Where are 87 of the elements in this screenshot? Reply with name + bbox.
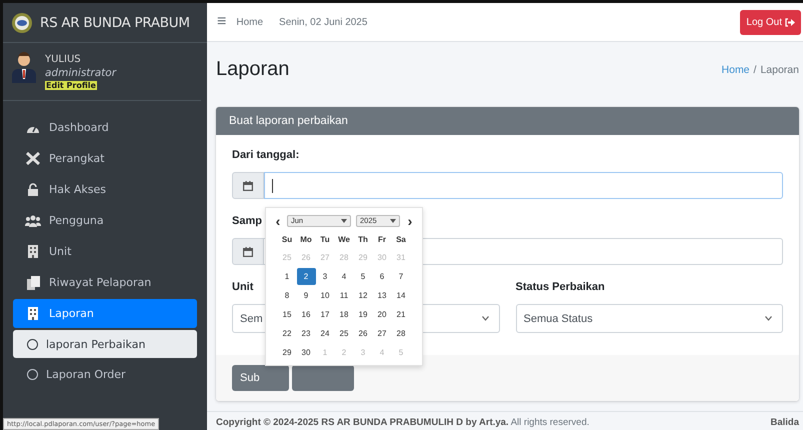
sidebar-item[interactable]: Pengguna (19, 206, 197, 235)
calendar-icon (243, 246, 253, 256)
calendar-day[interactable]: 7 (392, 268, 410, 285)
logout-button[interactable]: Log Out (740, 10, 801, 34)
calendar-day[interactable]: 8 (278, 287, 296, 304)
user-name: YULIUS (45, 54, 82, 65)
calendar-day[interactable]: 11 (334, 287, 354, 304)
users-icon (25, 214, 41, 226)
caret-icon (341, 218, 347, 222)
card-header: Buat laporan perbaikan (216, 107, 799, 135)
calendar-day[interactable]: 10 (316, 287, 334, 304)
sidebar-subitem[interactable]: laporan Perbaikan (13, 330, 197, 358)
calendar-day[interactable]: 24 (316, 325, 334, 342)
sidebar-subitem[interactable]: Laporan Order (13, 360, 197, 388)
calendar-day[interactable]: 30 (296, 344, 316, 361)
calendar-day[interactable]: 18 (334, 306, 354, 323)
brand-name: RS AR BUNDA PRABUM (40, 14, 190, 30)
calendar-day[interactable]: 2 (296, 268, 316, 285)
calendar-day[interactable]: 21 (392, 306, 410, 323)
calendar-day[interactable]: 9 (296, 287, 316, 304)
calendar-day[interactable]: 28 (392, 325, 410, 342)
calendar-icon (243, 180, 253, 190)
sidebar-item[interactable]: Dashboard (19, 113, 197, 142)
field-label: Dari tanggal: (232, 149, 300, 161)
field-label: Samp (232, 215, 262, 227)
building-icon (27, 245, 39, 258)
calendar-day[interactable]: 26 (354, 325, 372, 342)
sidebar-item[interactable]: Riwayat Pelaporan (19, 268, 197, 297)
calendar-day[interactable]: 13 (372, 287, 392, 304)
calendar-day[interactable]: 4 (334, 268, 354, 285)
next-month-button[interactable]: › (404, 214, 416, 228)
calendar-day[interactable]: 3 (316, 268, 334, 285)
calendar-day[interactable]: 15 (278, 306, 296, 323)
calendar-day[interactable]: 20 (372, 306, 392, 323)
submit-button[interactable]: Sub (232, 365, 289, 391)
sign-out-icon (785, 18, 795, 26)
home-link[interactable]: Home (236, 16, 264, 28)
chevron-down-icon (482, 316, 488, 321)
chevron-down-icon (765, 316, 772, 321)
documents-icon (26, 276, 40, 290)
user-role: administrator (45, 67, 116, 79)
field-label: Unit (232, 281, 254, 293)
reset-button[interactable] (292, 365, 354, 391)
weekday-label: Sa (395, 234, 407, 246)
sidebar-item[interactable]: Hak Akses (19, 175, 197, 204)
breadcrumb-current: Laporan (760, 64, 799, 76)
copyright-text: Copyright © 2024-2025 RS AR BUNDA PRABUMULIH D by Art.ya. All rights reserved. (216, 417, 590, 428)
previous-month-button[interactable]: ‹ (272, 214, 284, 228)
weekday-label: Tu (319, 234, 331, 246)
calendar-day[interactable]: 14 (392, 287, 410, 304)
calendar-day[interactable]: 6 (372, 268, 392, 285)
user-avatar-icon (11, 51, 37, 83)
calendar-day[interactable]: 22 (278, 325, 296, 342)
calendar-day[interactable]: 25 (334, 325, 354, 342)
calendar-day[interactable]: 27 (372, 325, 392, 342)
sidebar-item[interactable]: Perangkat (19, 144, 197, 173)
lock-icon (27, 183, 39, 196)
calendar-day[interactable]: 16 (296, 306, 316, 323)
menu-toggle[interactable]: ≡ (217, 13, 226, 31)
page-title: Laporan (216, 58, 290, 81)
date-input[interactable] (264, 172, 783, 199)
sidebar-item[interactable]: Unit (19, 237, 197, 266)
weekday-label: Su (280, 234, 294, 246)
weekday-label: We (337, 234, 351, 246)
weekday-label: Fr (377, 234, 387, 246)
circle-icon (27, 368, 38, 380)
calendar-day[interactable]: 5 (354, 268, 372, 285)
logo-icon (11, 12, 33, 34)
calendar-day[interactable]: 19 (354, 306, 372, 323)
breadcrumb-separator: / (754, 64, 756, 76)
calendar-day[interactable]: 12 (354, 287, 372, 304)
weekday-label: Mo (299, 234, 313, 246)
field-label: Status Perbaikan (516, 281, 605, 293)
calendar-day[interactable]: 17 (316, 306, 334, 323)
calendar-day[interactable]: 29 (278, 344, 296, 361)
circle-icon (27, 338, 38, 350)
select-field[interactable]: Semua Status (516, 304, 783, 333)
tools-icon (26, 152, 40, 165)
weekday-label: Th (357, 234, 369, 246)
building-icon (27, 307, 39, 320)
caret-icon (390, 218, 396, 222)
current-date: Senin, 02 Juni 2025 (279, 16, 368, 28)
sidebar-item[interactable]: Laporan (13, 299, 197, 328)
edit-profile-link[interactable]: Edit Profile (45, 81, 97, 90)
calendar-day[interactable]: 23 (296, 325, 316, 342)
calendar-day[interactable]: 1 (278, 268, 296, 285)
footer-version: Balida (770, 417, 799, 428)
